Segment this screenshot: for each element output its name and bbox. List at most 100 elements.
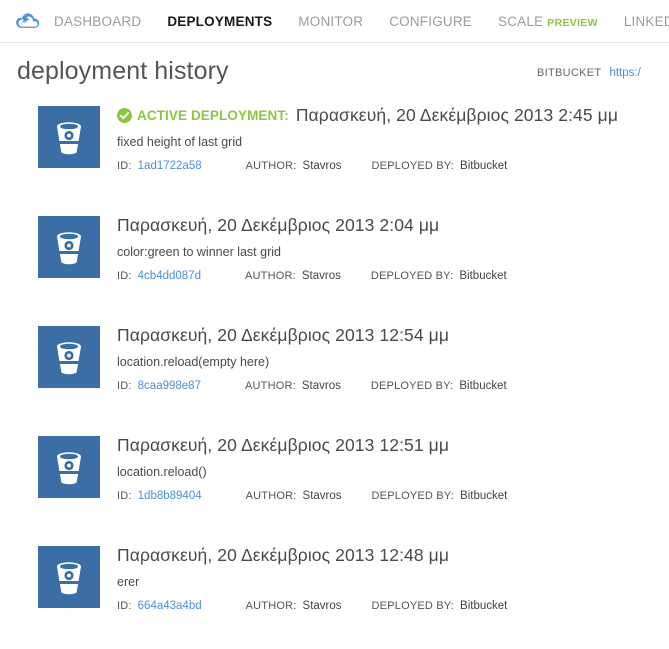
- id-label: ID:: [117, 490, 132, 502]
- deployment-id-group: ID: 1ad1722a58: [117, 160, 202, 172]
- nav-item-label: LINKED RESOURCES: [623, 13, 669, 29]
- deployed-by-label: DEPLOYED BY:: [371, 160, 455, 172]
- deployment-author-group: AUTHOR: Stavros: [245, 270, 341, 282]
- deployment-details: Παρασκευή, 20 Δεκέμβριος 2013 12:54 μμ l…: [117, 319, 669, 393]
- nav-item-dashboard[interactable]: DASHBOARD: [54, 14, 141, 29]
- deployment-title-line: ACTIVE DEPLOYMENT: Παρασκευή, 20 Δεκέμβρ…: [117, 104, 669, 126]
- deployment-message: fixed height of last grid: [117, 135, 243, 149]
- deployment-metadata: ID: 8caa998e87 AUTHOR: Stavros DEPLOYED …: [117, 380, 669, 392]
- deployment-author-group: AUTHOR: Stavros: [246, 490, 342, 502]
- deployment-author-group: AUTHOR: Stavros: [246, 600, 342, 612]
- deployment-metadata: ID: 1ad1722a58 AUTHOR: Stavros DEPLOYED …: [117, 160, 669, 172]
- deployed-by-value: Bitbucket: [460, 490, 508, 502]
- deployment-author-value: Stavros: [302, 490, 342, 502]
- bitbucket-bucket-icon: [38, 326, 100, 388]
- deployment-id-value[interactable]: 664a43a4bd: [138, 600, 202, 612]
- author-label: AUTHOR:: [245, 160, 297, 172]
- deployment-id-group: ID: 1db8b89404: [117, 490, 202, 502]
- deployment-message: location.reload(empty here): [117, 355, 270, 369]
- page-title: deployment history: [17, 57, 229, 85]
- active-deployment-label: ACTIVE DEPLOYMENT:: [137, 107, 289, 123]
- deployment-details: Παρασκευή, 20 Δεκέμβριος 2013 12:51 μμ l…: [117, 429, 669, 503]
- deployment-date: Παρασκευή, 20 Δεκέμβριος 2013 2:45 μμ: [295, 104, 619, 125]
- deployment-row[interactable]: Παρασκευή, 20 Δεκέμβριος 2013 2:04 μμ co…: [0, 209, 669, 319]
- deployment-id-value[interactable]: 4cb4dd087d: [138, 270, 201, 282]
- deployment-id-group: ID: 664a43a4bd: [117, 600, 202, 612]
- deployment-author-value: Stavros: [301, 270, 341, 282]
- deployment-id-group: ID: 4cb4dd087d: [117, 270, 201, 282]
- source-url-link[interactable]: https:/: [609, 67, 640, 79]
- deployment-details: ACTIVE DEPLOYMENT: Παρασκευή, 20 Δεκέμβρ…: [117, 99, 669, 172]
- deployed-by-value: Bitbucket: [460, 160, 508, 172]
- author-label: AUTHOR:: [245, 490, 297, 502]
- deployment-row[interactable]: Παρασκευή, 20 Δεκέμβριος 2013 12:48 μμ e…: [0, 539, 669, 649]
- deployment-author-group: AUTHOR: Stavros: [246, 160, 342, 172]
- deployed-by-group: DEPLOYED BY: Bitbucket: [372, 600, 508, 612]
- nav-item-deployments[interactable]: DEPLOYMENTS: [167, 14, 272, 29]
- check-circle-icon: [117, 107, 132, 123]
- nav-item-label: DEPLOYMENTS: [167, 13, 273, 29]
- top-navigation-bar: DASHBOARD DEPLOYMENTS MONITOR CONFIGURE …: [0, 0, 669, 43]
- deployment-author-value: Stavros: [301, 380, 341, 392]
- deployment-author-value: Stavros: [302, 600, 342, 612]
- active-deployment-badge: ACTIVE DEPLOYMENT:: [117, 107, 289, 123]
- deployment-message: location.reload(): [117, 465, 207, 479]
- id-label: ID:: [117, 380, 132, 392]
- deployment-id-group: ID: 8caa998e87: [117, 380, 201, 392]
- deployment-date: Παρασκευή, 20 Δεκέμβριος 2013 12:51 μμ: [117, 434, 450, 455]
- nav-item-label: SCALE: [498, 13, 544, 29]
- deployed-by-group: DEPLOYED BY: Bitbucket: [371, 380, 507, 392]
- page-header: deployment history BITBUCKET https:/: [0, 43, 669, 90]
- deployment-title-line: Παρασκευή, 20 Δεκέμβριος 2013 2:04 μμ: [117, 214, 669, 236]
- deployment-id-value[interactable]: 8caa998e87: [138, 380, 201, 392]
- deployment-title-line: Παρασκευή, 20 Δεκέμβριος 2013 12:48 μμ: [117, 544, 669, 566]
- bitbucket-bucket-icon: [38, 436, 100, 498]
- deployment-title-line: Παρασκευή, 20 Δεκέμβριος 2013 12:54 μμ: [117, 324, 669, 346]
- azure-cloud-logo-icon[interactable]: [14, 10, 40, 32]
- deployment-id-value[interactable]: 1ad1722a58: [138, 160, 202, 172]
- nav-item-linked-resources[interactable]: LINKED RESOURCES: [624, 14, 669, 29]
- deployment-date: Παρασκευή, 20 Δεκέμβριος 2013 12:54 μμ: [117, 324, 450, 345]
- deployment-row[interactable]: Παρασκευή, 20 Δεκέμβριος 2013 12:54 μμ l…: [0, 319, 669, 429]
- deployed-by-label: DEPLOYED BY:: [370, 380, 454, 392]
- deployment-details: Παρασκευή, 20 Δεκέμβριος 2013 12:48 μμ e…: [117, 539, 669, 613]
- deployment-date: Παρασκευή, 20 Δεκέμβριος 2013 12:48 μμ: [117, 544, 450, 565]
- source-repository-info: BITBUCKET https:/: [537, 67, 669, 79]
- nav-item-monitor[interactable]: MONITOR: [298, 14, 363, 29]
- nav-item-label: MONITOR: [298, 13, 364, 29]
- deployment-author-group: AUTHOR: Stavros: [245, 380, 341, 392]
- deployed-by-label: DEPLOYED BY:: [371, 490, 455, 502]
- deployment-title-line: Παρασκευή, 20 Δεκέμβριος 2013 12:51 μμ: [117, 434, 669, 456]
- nav-item-list: DASHBOARD DEPLOYMENTS MONITOR CONFIGURE …: [54, 14, 669, 29]
- deployment-message: color:green to winner last grid: [117, 245, 281, 259]
- nav-item-configure[interactable]: CONFIGURE: [389, 14, 472, 29]
- nav-item-label: DASHBOARD: [54, 13, 142, 29]
- nav-item-label: CONFIGURE: [389, 13, 473, 29]
- id-label: ID:: [117, 160, 132, 172]
- author-label: AUTHOR:: [245, 600, 297, 612]
- bitbucket-bucket-icon: [38, 216, 100, 278]
- preview-badge: PREVIEW: [547, 16, 598, 29]
- deployed-by-value: Bitbucket: [459, 380, 507, 392]
- nav-item-scale[interactable]: SCALE PREVIEW: [498, 14, 598, 29]
- deployment-details: Παρασκευή, 20 Δεκέμβριος 2013 2:04 μμ co…: [117, 209, 669, 283]
- deployment-metadata: ID: 4cb4dd087d AUTHOR: Stavros DEPLOYED …: [117, 270, 669, 282]
- id-label: ID:: [117, 600, 132, 612]
- deployment-metadata: ID: 1db8b89404 AUTHOR: Stavros DEPLOYED …: [117, 490, 669, 502]
- deployment-row[interactable]: Παρασκευή, 20 Δεκέμβριος 2013 12:51 μμ l…: [0, 429, 669, 539]
- bitbucket-bucket-icon: [38, 106, 100, 168]
- deployed-by-value: Bitbucket: [460, 600, 508, 612]
- source-label: BITBUCKET: [537, 67, 602, 79]
- deployed-by-group: DEPLOYED BY: Bitbucket: [371, 270, 507, 282]
- author-label: AUTHOR:: [244, 380, 296, 392]
- deployed-by-group: DEPLOYED BY: Bitbucket: [372, 490, 508, 502]
- deployment-row[interactable]: ACTIVE DEPLOYMENT: Παρασκευή, 20 Δεκέμβρ…: [0, 99, 669, 209]
- author-label: AUTHOR:: [244, 270, 296, 282]
- id-label: ID:: [117, 270, 132, 282]
- deployment-date: Παρασκευή, 20 Δεκέμβριος 2013 2:04 μμ: [117, 214, 440, 235]
- bitbucket-bucket-icon: [38, 546, 100, 608]
- deployment-metadata: ID: 664a43a4bd AUTHOR: Stavros DEPLOYED …: [117, 600, 669, 612]
- deployment-id-value[interactable]: 1db8b89404: [138, 490, 202, 502]
- deployed-by-label: DEPLOYED BY:: [371, 600, 455, 612]
- deployed-by-label: DEPLOYED BY:: [370, 270, 454, 282]
